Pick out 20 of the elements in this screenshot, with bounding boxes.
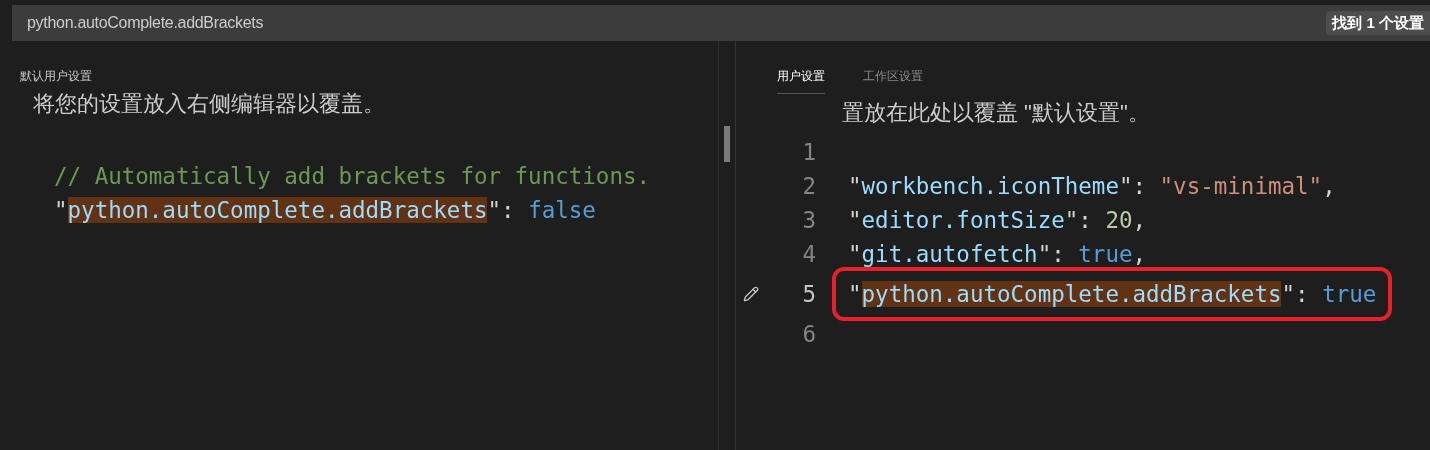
header-text: 将您的设置放入右侧编辑器以覆盖。: [33, 90, 386, 118]
settings-tab[interactable]: 工作区设置: [863, 67, 923, 94]
code-line: "editor.fontSize": 20,: [848, 207, 1147, 233]
line-number: 2: [801, 172, 816, 201]
code-line: // Automatically add brackets for functions.: [54, 162, 651, 191]
search-field[interactable]: python.autoComplete.addBrackets: [12, 11, 1327, 35]
header-text: 置放在此处以覆盖 "默认设置"。: [842, 99, 1151, 127]
result-count-badge: 找到 1 个设置: [1326, 10, 1430, 36]
line-number: 6: [801, 320, 816, 349]
code-line: "python.autoComplete.addBrackets": false: [54, 196, 596, 225]
code-line: "git.autofetch": true,: [848, 241, 1147, 267]
scrollbar-thumb: [724, 126, 730, 162]
line-number: 5: [801, 280, 816, 309]
settings-tab[interactable]: 用户设置: [777, 67, 825, 94]
code-line: "python.autoComplete.addBrackets": true: [848, 281, 1377, 307]
line-number: 3: [801, 206, 816, 235]
line-number: 1: [801, 138, 816, 167]
code-line: "workbench.iconTheme": "vs-minimal",: [848, 173, 1336, 199]
line-number: 4: [801, 240, 816, 269]
pane-title: 默认用户设置: [20, 68, 93, 85]
